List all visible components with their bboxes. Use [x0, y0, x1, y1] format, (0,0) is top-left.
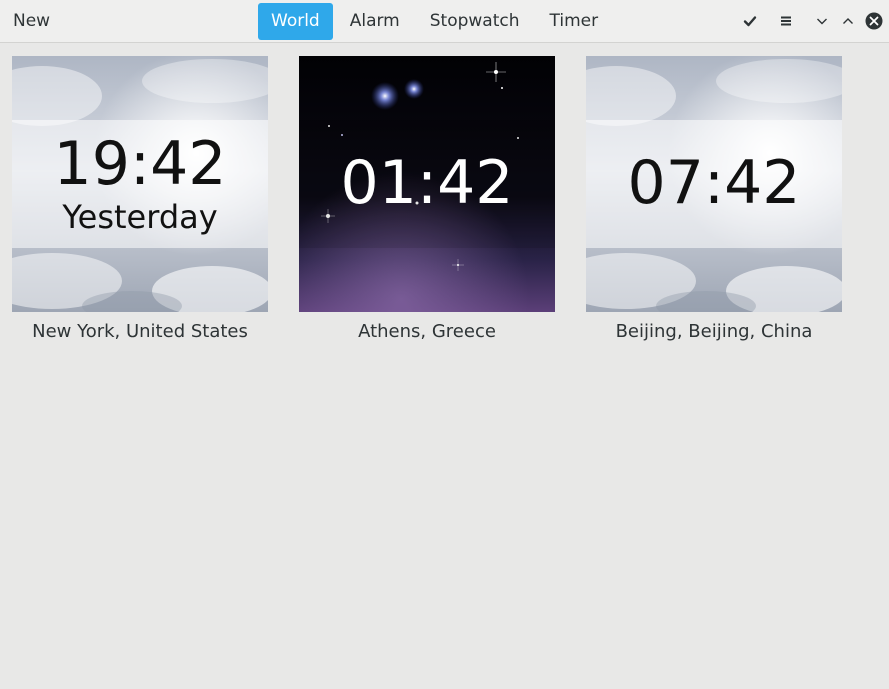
world-clock-card[interactable]: 07:42 Beijing, Beijing, China — [586, 56, 842, 344]
clock-tile-day: 07:42 — [586, 56, 842, 312]
close-icon[interactable] — [861, 8, 887, 34]
clock-day-label: Yesterday — [62, 198, 218, 236]
header-bar: New World Alarm Stopwatch Timer — [0, 0, 889, 43]
clock-time: 07:42 — [627, 148, 801, 218]
maximize-chevron-icon[interactable] — [835, 8, 861, 34]
window-controls — [737, 0, 889, 42]
menu-icon[interactable] — [773, 8, 799, 34]
clock-tile-day: 19:42 Yesterday — [12, 56, 268, 312]
clock-time: 01:42 — [340, 148, 514, 218]
clock-location: Athens, Greece — [358, 321, 496, 342]
world-clock-card[interactable]: 01:42 Athens, Greece — [299, 56, 555, 344]
tab-timer[interactable]: Timer — [537, 3, 612, 40]
clock-location: New York, United States — [32, 321, 248, 342]
view-switcher: World Alarm Stopwatch Timer — [258, 3, 615, 40]
tab-stopwatch[interactable]: Stopwatch — [417, 3, 533, 40]
clock-tile-night: 01:42 — [299, 56, 555, 312]
minimize-chevron-icon[interactable] — [809, 8, 835, 34]
clock-time: 19:42 — [53, 129, 227, 199]
tab-world[interactable]: World — [258, 3, 333, 40]
world-clock-card[interactable]: 19:42 Yesterday New York, United States — [12, 56, 268, 344]
tab-alarm[interactable]: Alarm — [337, 3, 413, 40]
selection-check-icon[interactable] — [737, 8, 763, 34]
new-button[interactable]: New — [0, 0, 63, 42]
clock-location: Beijing, Beijing, China — [615, 321, 813, 342]
